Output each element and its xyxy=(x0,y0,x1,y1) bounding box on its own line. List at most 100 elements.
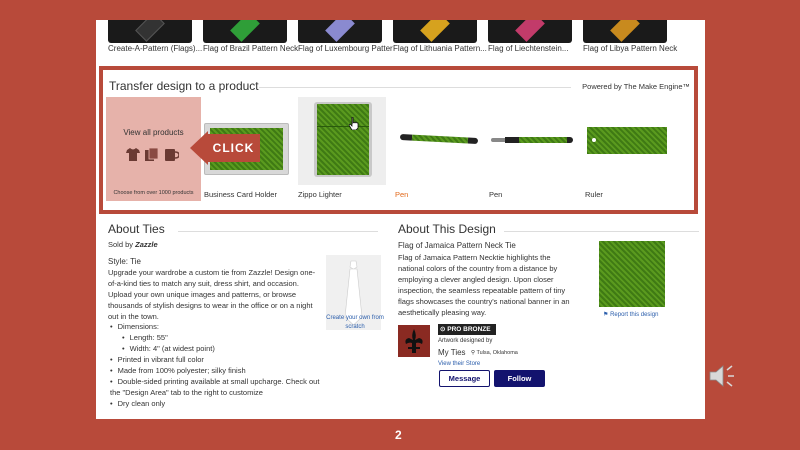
design-name: Flag of Jamaica Pattern Neck Tie xyxy=(398,241,516,250)
view-all-label: View all products xyxy=(123,128,184,137)
product-label[interactable]: Zippo Lighter xyxy=(298,190,342,199)
about-design-title: About This Design xyxy=(398,222,496,236)
hand-cursor-icon xyxy=(349,117,359,130)
speaker-icon[interactable] xyxy=(708,363,742,389)
feature-item: Length: 55" xyxy=(110,332,320,343)
pen-body xyxy=(399,133,479,145)
feature-item: Dry clean only xyxy=(110,398,320,409)
click-callout: CLICK xyxy=(190,131,260,165)
view-all-subtitle: Choose from over 1000 products xyxy=(113,190,194,196)
product-thumbnail[interactable] xyxy=(203,20,287,43)
sold-by: Sold by Zazzle xyxy=(108,239,158,250)
product-image[interactable] xyxy=(585,97,673,185)
tie-image xyxy=(610,20,640,42)
product-page: Create-A-Pattern (Flags)... Flag of Braz… xyxy=(96,20,705,419)
feature-item: Printed in vibrant full color xyxy=(110,354,320,365)
message-button[interactable]: Message xyxy=(439,370,490,387)
divider xyxy=(259,87,571,88)
product-image[interactable] xyxy=(489,97,577,185)
product-label[interactable]: Ruler xyxy=(585,190,603,199)
slide-number: 2 xyxy=(395,428,402,442)
follow-button[interactable]: Follow xyxy=(494,370,545,387)
related-product-item[interactable]: Flag of Liechtenstein... xyxy=(488,20,572,56)
about-ties-title: About Ties xyxy=(108,222,165,236)
product-image[interactable] xyxy=(395,97,483,185)
related-product-item[interactable]: Flag of Lithuania Pattern... xyxy=(393,20,487,56)
tie-description: Upgrade your wardrobe a custom tie from … xyxy=(108,268,316,321)
design-preview-image[interactable] xyxy=(599,241,665,307)
store-location: ⚲ Tulsa, Oklahoma xyxy=(471,348,518,359)
feature-item: Double-sided printing available at small… xyxy=(110,376,320,398)
feature-item: Dimensions: xyxy=(110,321,320,332)
product-pen-1[interactable]: Pen xyxy=(395,97,483,201)
product-thumbnail[interactable] xyxy=(393,20,477,43)
lighter-seam xyxy=(317,126,369,127)
product-image[interactable] xyxy=(298,97,386,185)
tie-image xyxy=(325,20,355,42)
divider xyxy=(178,231,378,232)
tie-features-list: Dimensions: Length: 55" Width: 4" (at wi… xyxy=(110,321,320,409)
ruler-body xyxy=(587,127,667,154)
tie-image xyxy=(135,20,165,42)
product-label[interactable]: Flag of Luxembourg Patter... xyxy=(298,44,393,53)
tie-image xyxy=(515,20,545,42)
product-label[interactable]: Flag of Brazil Pattern Neck... xyxy=(203,44,298,53)
product-label[interactable]: Create-A-Pattern (Flags)... xyxy=(108,44,203,53)
product-pen-2[interactable]: Pen xyxy=(489,97,577,201)
product-type-icons xyxy=(126,147,180,164)
transfer-design-section: Transfer design to a product Powered by … xyxy=(99,66,698,214)
related-product-item[interactable]: Flag of Brazil Pattern Neck... xyxy=(203,20,298,56)
product-ruler[interactable]: Ruler xyxy=(585,97,673,201)
product-label[interactable]: Flag of Liechtenstein... xyxy=(488,44,583,53)
sold-by-prefix: Sold by xyxy=(108,240,134,249)
report-label: Report this design xyxy=(610,312,659,318)
powered-by-text: Powered by The Make Engine™ xyxy=(582,82,690,91)
pro-badge: ⊙ PRO BRONZE xyxy=(438,324,496,335)
design-print xyxy=(317,104,369,175)
feature-item: Made from 100% polyester; silky finish xyxy=(110,365,320,376)
related-product-item[interactable]: Create-A-Pattern (Flags)... xyxy=(108,20,202,56)
fleur-de-lis-icon xyxy=(405,329,423,353)
related-product-item[interactable]: Flag of Libya Pattern Neck... xyxy=(583,20,678,56)
report-design-link[interactable]: ⚑ Report this design xyxy=(603,310,658,321)
pen-body xyxy=(491,137,573,143)
related-product-item[interactable]: Flag of Luxembourg Patter... xyxy=(298,20,393,56)
style-label: Style: Tie xyxy=(108,257,141,266)
designed-by-label: Artwork designed by xyxy=(438,338,493,344)
pro-icon: ⊙ xyxy=(440,326,446,333)
product-thumbnail[interactable] xyxy=(488,20,572,43)
product-zippo-lighter[interactable]: Zippo Lighter xyxy=(298,97,386,201)
product-thumbnail[interactable] xyxy=(108,20,192,43)
view-all-products-tile[interactable]: View all products Choose from over 1000 … xyxy=(106,97,201,201)
product-label[interactable]: Flag of Lithuania Pattern... xyxy=(393,44,488,53)
flag-icon: ⚑ xyxy=(603,312,609,318)
product-label[interactable]: Flag of Libya Pattern Neck... xyxy=(583,44,678,53)
create-your-own-link[interactable]: Create your own from scratch xyxy=(324,314,386,332)
tie-image xyxy=(230,20,260,42)
tie-image xyxy=(420,20,450,42)
cards-icon xyxy=(145,147,164,164)
product-label[interactable]: Pen xyxy=(489,190,502,199)
location-label: Tulsa, Oklahoma xyxy=(476,350,518,356)
product-label[interactable]: Pen xyxy=(395,190,408,199)
store-avatar[interactable] xyxy=(398,325,430,357)
tshirt-icon xyxy=(126,148,145,164)
feature-item: Width: 4" (at widest point) xyxy=(110,343,320,354)
mug-icon xyxy=(164,149,180,164)
section-title: Transfer design to a product xyxy=(109,79,259,93)
divider xyxy=(504,231,699,232)
seller-name[interactable]: Zazzle xyxy=(135,240,158,249)
click-label: CLICK xyxy=(207,134,260,162)
lighter-body xyxy=(314,102,372,177)
location-pin-icon: ⚲ xyxy=(471,350,476,356)
store-name[interactable]: My Ties xyxy=(438,347,466,358)
related-products-strip: Create-A-Pattern (Flags)... Flag of Braz… xyxy=(96,20,705,60)
view-store-link[interactable]: View their Store xyxy=(438,359,480,370)
product-thumbnail[interactable] xyxy=(298,20,382,43)
badge-label: PRO BRONZE xyxy=(447,326,491,333)
arrow-left-icon xyxy=(190,131,208,165)
product-thumbnail[interactable] xyxy=(583,20,667,43)
product-label[interactable]: Business Card Holder xyxy=(204,190,277,199)
design-description: Flag of Jamaica Pattern Necktie highligh… xyxy=(398,253,570,317)
ruler-hole xyxy=(592,138,596,142)
